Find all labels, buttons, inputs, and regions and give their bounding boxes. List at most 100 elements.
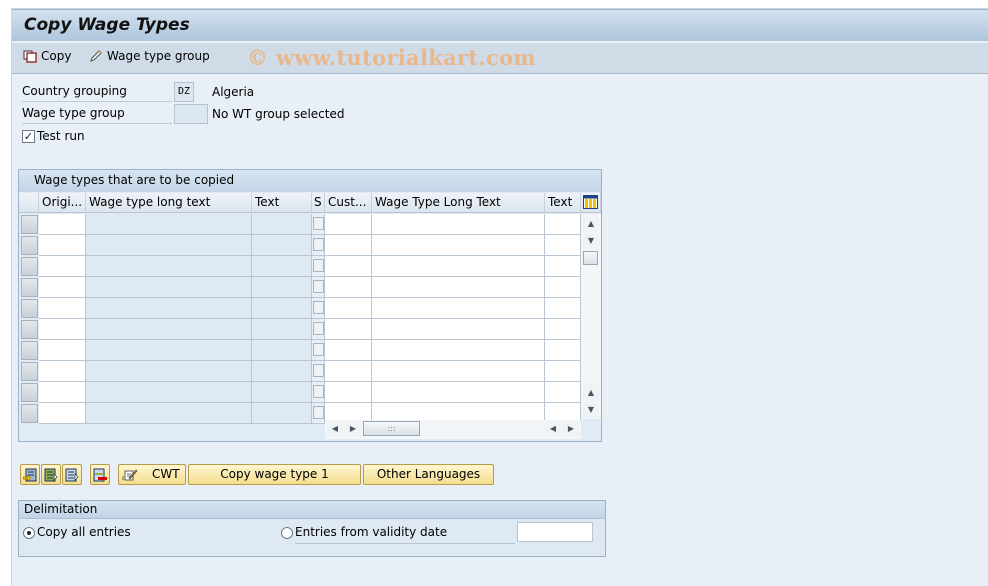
column-header-wage-type-long-text[interactable]: Wage type long text bbox=[86, 193, 252, 213]
row-selector[interactable] bbox=[21, 320, 38, 339]
cell-original[interactable] bbox=[39, 382, 86, 403]
scroll-page-down-button[interactable]: ▼ bbox=[583, 402, 599, 418]
cell-wage-type-long-text-target[interactable] bbox=[372, 256, 545, 277]
cell-customer[interactable] bbox=[325, 256, 372, 277]
row-selector[interactable] bbox=[21, 383, 38, 402]
cell-original[interactable] bbox=[39, 403, 86, 424]
country-grouping-input[interactable]: DZ bbox=[174, 82, 194, 102]
row-selector[interactable] bbox=[21, 236, 38, 255]
cell-customer[interactable] bbox=[325, 214, 372, 235]
row-checkbox[interactable] bbox=[313, 343, 324, 356]
row-selector[interactable] bbox=[21, 278, 38, 297]
cell-original[interactable] bbox=[39, 361, 86, 382]
wage-type-group-input[interactable] bbox=[174, 104, 208, 124]
cell-text-target[interactable] bbox=[545, 298, 581, 319]
cell-wage-type-long-text-target[interactable] bbox=[372, 214, 545, 235]
column-header-customer[interactable]: Cust... bbox=[325, 193, 372, 213]
cell-text-target[interactable] bbox=[545, 214, 581, 235]
other-languages-button[interactable]: Other Languages bbox=[363, 464, 494, 485]
cell-original[interactable] bbox=[39, 298, 86, 319]
row-selector[interactable] bbox=[21, 341, 38, 360]
row-checkbox[interactable] bbox=[313, 385, 324, 398]
cell-customer[interactable] bbox=[325, 382, 372, 403]
cell-s[interactable] bbox=[312, 403, 325, 424]
validity-date-input[interactable] bbox=[517, 522, 593, 542]
cell-text-target[interactable] bbox=[545, 340, 581, 361]
cell-s[interactable] bbox=[312, 382, 325, 403]
entries-from-validity-date-radio[interactable] bbox=[281, 527, 293, 539]
cell-wage-type-long-text-target[interactable] bbox=[372, 277, 545, 298]
row-checkbox[interactable] bbox=[313, 280, 324, 293]
cell-customer[interactable] bbox=[325, 319, 372, 340]
deselect-all-button[interactable] bbox=[62, 464, 82, 485]
cell-s[interactable] bbox=[312, 361, 325, 382]
row-selector[interactable] bbox=[21, 404, 38, 423]
column-header-s[interactable]: S bbox=[312, 193, 325, 213]
cell-text-target[interactable] bbox=[545, 235, 581, 256]
cell-s[interactable] bbox=[312, 319, 325, 340]
row-selector[interactable] bbox=[21, 257, 38, 276]
row-checkbox[interactable] bbox=[313, 238, 324, 251]
cell-wage-type-long-text-target[interactable] bbox=[372, 235, 545, 256]
cell-text-target[interactable] bbox=[545, 319, 581, 340]
cell-s[interactable] bbox=[312, 256, 325, 277]
cwt-button[interactable]: CWT bbox=[118, 464, 186, 485]
scroll-left-button[interactable]: ◀ bbox=[327, 421, 343, 437]
column-layout-button[interactable] bbox=[581, 193, 601, 213]
cell-s[interactable] bbox=[312, 214, 325, 235]
select-all-button[interactable] bbox=[41, 464, 61, 485]
column-header-wage-type-long-text-target[interactable]: Wage Type Long Text bbox=[372, 193, 545, 213]
cell-s[interactable] bbox=[312, 298, 325, 319]
cell-original[interactable] bbox=[39, 235, 86, 256]
cell-s[interactable] bbox=[312, 277, 325, 298]
scroll-page-up-button[interactable]: ▲ bbox=[583, 385, 599, 401]
scroll-thumb[interactable] bbox=[583, 251, 598, 265]
row-selector[interactable] bbox=[21, 215, 38, 234]
vertical-scrollbar[interactable]: ▲ ▼ ▲ ▼ bbox=[581, 214, 601, 419]
test-run-checkbox[interactable]: ✓ bbox=[22, 130, 35, 143]
horizontal-scrollbar[interactable]: ◀ ▶ ::: ◀ ▶ bbox=[325, 420, 581, 439]
row-selector[interactable] bbox=[21, 299, 38, 318]
cell-original[interactable] bbox=[39, 319, 86, 340]
cell-wage-type-long-text-target[interactable] bbox=[372, 361, 545, 382]
cell-customer[interactable] bbox=[325, 361, 372, 382]
scroll-down-button[interactable]: ▼ bbox=[583, 233, 599, 249]
cell-text-target[interactable] bbox=[545, 256, 581, 277]
scroll-up-button[interactable]: ▲ bbox=[583, 216, 599, 232]
row-checkbox[interactable] bbox=[313, 406, 324, 419]
copy-wage-type-button[interactable]: Copy wage type 1 bbox=[188, 464, 361, 485]
cell-customer[interactable] bbox=[325, 277, 372, 298]
row-checkbox[interactable] bbox=[313, 259, 324, 272]
copy-all-entries-radio[interactable] bbox=[23, 527, 35, 539]
cell-customer[interactable] bbox=[325, 340, 372, 361]
cell-text-target[interactable] bbox=[545, 382, 581, 403]
cell-wage-type-long-text-target[interactable] bbox=[372, 382, 545, 403]
cell-s[interactable] bbox=[312, 340, 325, 361]
wage-type-group-button[interactable]: Wage type group bbox=[89, 49, 210, 63]
column-header-text-target[interactable]: Text bbox=[545, 193, 581, 213]
cell-original[interactable] bbox=[39, 277, 86, 298]
delete-row-button[interactable] bbox=[90, 464, 110, 485]
column-header-text[interactable]: Text bbox=[252, 193, 312, 213]
cell-wage-type-long-text-target[interactable] bbox=[372, 319, 545, 340]
cell-original[interactable] bbox=[39, 214, 86, 235]
row-checkbox[interactable] bbox=[313, 322, 324, 335]
column-header-original[interactable]: Origi... bbox=[39, 193, 86, 213]
row-checkbox[interactable] bbox=[313, 301, 324, 314]
cell-wage-type-long-text-target[interactable] bbox=[372, 340, 545, 361]
select-all-header[interactable] bbox=[19, 193, 39, 213]
cell-text-target[interactable] bbox=[545, 361, 581, 382]
cell-original[interactable] bbox=[39, 340, 86, 361]
row-checkbox[interactable] bbox=[313, 364, 324, 377]
import-button[interactable] bbox=[20, 464, 40, 485]
row-selector[interactable] bbox=[21, 362, 38, 381]
cell-s[interactable] bbox=[312, 235, 325, 256]
scroll-far-right-button[interactable]: ▶ bbox=[563, 421, 579, 437]
row-checkbox[interactable] bbox=[313, 217, 324, 230]
horizontal-scroll-thumb[interactable]: ::: bbox=[363, 421, 420, 436]
copy-button[interactable]: Copy bbox=[23, 49, 71, 63]
scroll-far-left-button[interactable]: ◀ bbox=[545, 421, 561, 437]
cell-customer[interactable] bbox=[325, 235, 372, 256]
cell-original[interactable] bbox=[39, 256, 86, 277]
scroll-right-button[interactable]: ▶ bbox=[345, 421, 361, 437]
